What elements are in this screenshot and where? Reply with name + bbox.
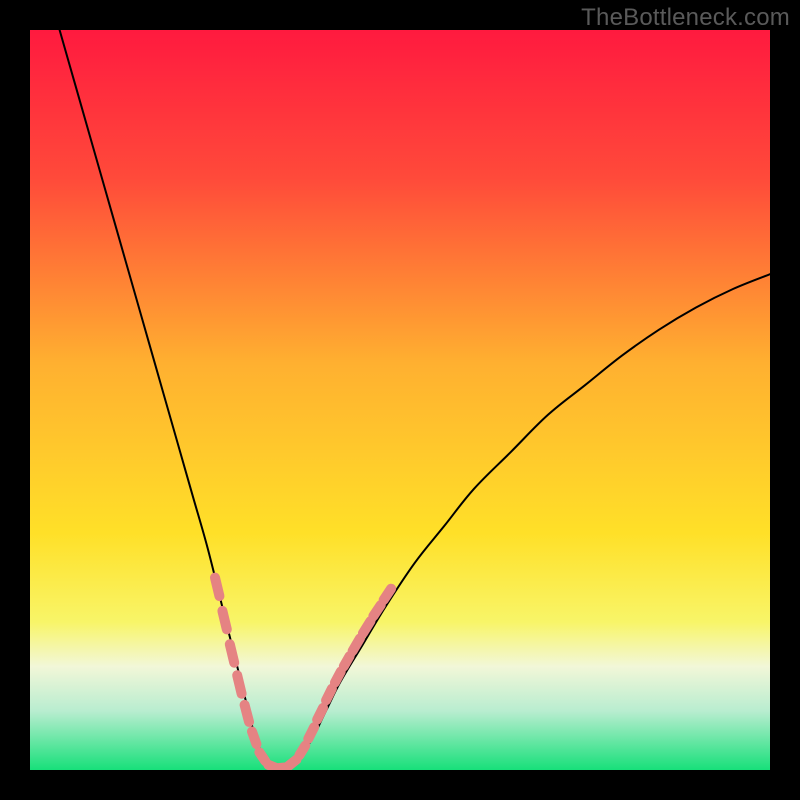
red-dash-segment — [289, 760, 296, 766]
bottleneck-chart — [30, 30, 770, 770]
red-dash-segment — [335, 672, 341, 683]
watermark-text: TheBottleneck.com — [581, 4, 790, 32]
red-dash-segment — [215, 578, 219, 597]
red-dash-segment — [317, 708, 323, 720]
red-dash-segment — [222, 611, 226, 630]
red-dash-segment — [299, 746, 305, 756]
red-dash-segment — [230, 644, 234, 663]
red-dash-segment — [344, 656, 350, 666]
red-dash-segment — [237, 675, 241, 694]
red-dash-segment — [373, 605, 380, 616]
red-dash-segment — [363, 621, 370, 633]
gradient-background — [30, 30, 770, 770]
red-dash-segment — [353, 638, 360, 651]
red-dash-segment — [245, 705, 249, 722]
red-dash-segment — [326, 689, 332, 701]
red-dash-segment — [252, 732, 256, 745]
chart-frame — [30, 30, 770, 770]
red-dash-segment — [259, 752, 265, 761]
red-dash-segment — [384, 589, 391, 600]
red-dash-segment — [308, 727, 314, 739]
